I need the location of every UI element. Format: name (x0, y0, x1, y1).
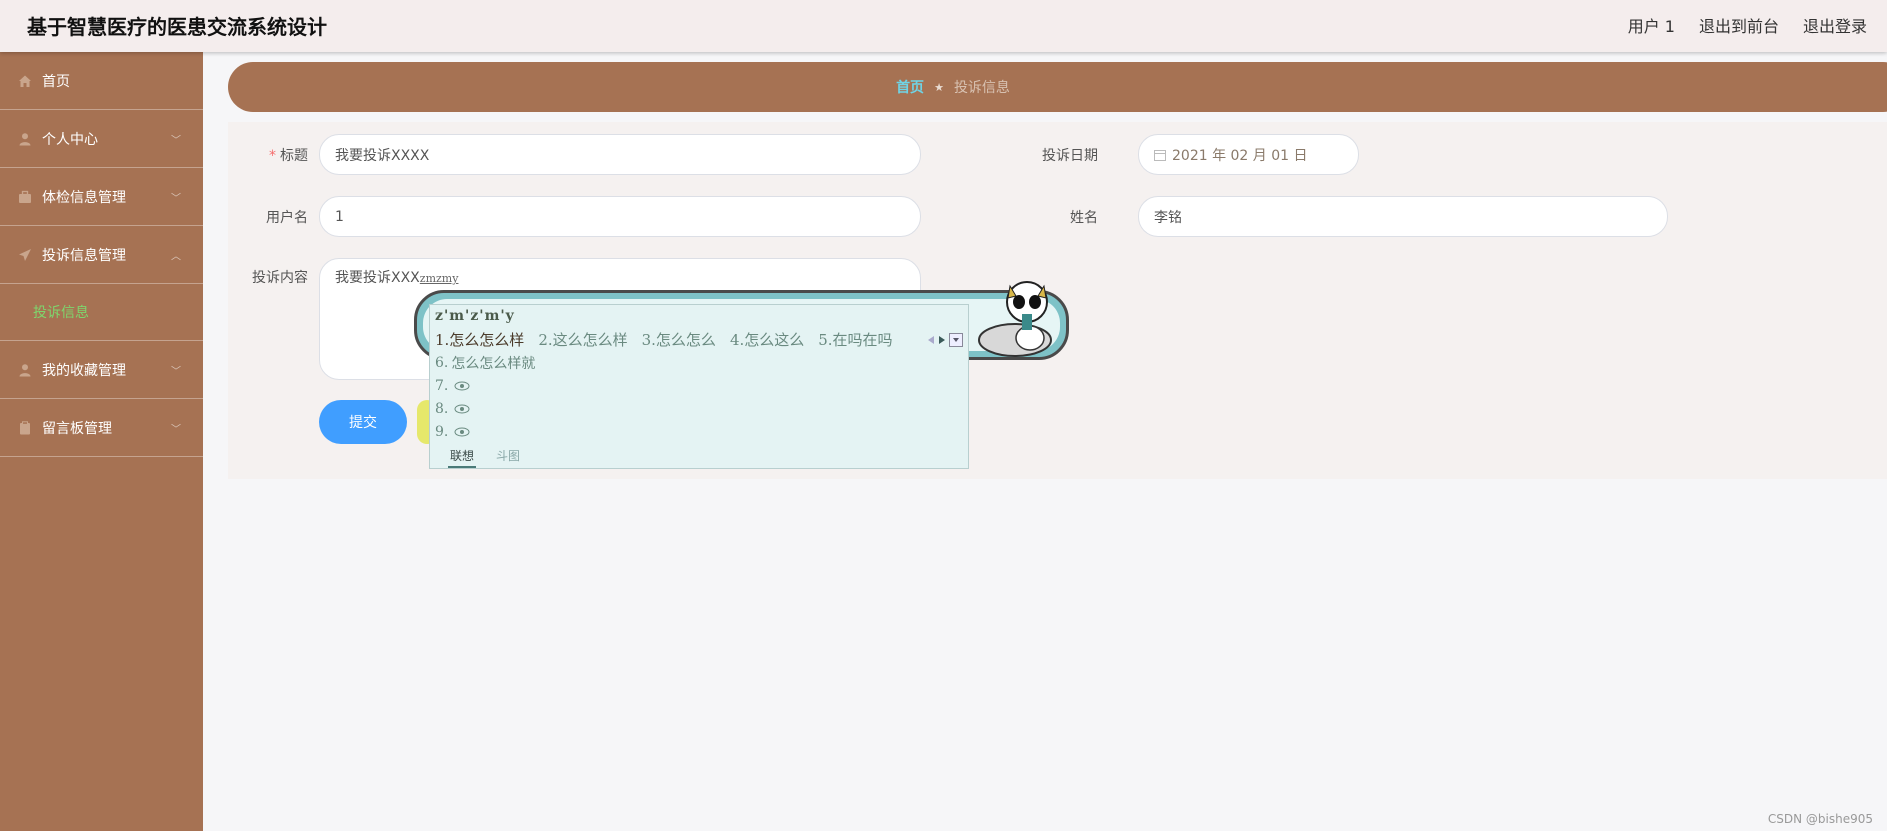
chevron-down-icon: ﹀ (171, 366, 181, 377)
ime-tab-association[interactable]: 联想 (448, 446, 477, 468)
ime-composition-text: zmzmy (419, 272, 459, 285)
username-input[interactable]: 1 (319, 196, 921, 237)
briefcase-icon (18, 190, 32, 204)
emoji-icon (454, 381, 470, 390)
content-label: 投诉内容 (252, 270, 308, 286)
chevron-down-icon: ﹀ (171, 193, 181, 204)
title-label: * 标题 (269, 148, 308, 164)
sidebar-item-message-board[interactable]: 留言板管理 ﹀ (0, 399, 203, 457)
sidebar-item-label: 留言板管理 (42, 420, 112, 437)
submit-button[interactable]: 提交 (319, 400, 407, 444)
sidebar-item-label: 我的收藏管理 (42, 362, 126, 379)
sidebar-item-personal-center[interactable]: 个人中心 ﹀ (0, 110, 203, 168)
sidebar-subitem-complaint-info[interactable]: 投诉信息 (0, 284, 203, 341)
emoji-icon (454, 404, 470, 413)
top-header: 基于智慧医疗的医患交流系统设计 用户 1 退出到前台 退出登录 (0, 0, 1887, 52)
ime-candidate[interactable]: 1.怎么怎么样 (435, 329, 524, 350)
sidebar-item-label: 投诉信息管理 (42, 247, 126, 264)
sidebar: 首页 个人中心 ﹀ 体检信息管理 ﹀ 投诉信息管理 ︿ 投诉信息 我的收藏管理 … (0, 52, 203, 831)
send-icon (18, 248, 32, 262)
star-icon: ★ (934, 80, 944, 94)
ime-candidate[interactable]: 5.在吗在吗 (818, 329, 892, 350)
ime-page-controls (927, 333, 963, 347)
sidebar-item-label: 体检信息管理 (42, 189, 126, 206)
sidebar-subitem-label: 投诉信息 (33, 305, 89, 321)
ime-candidate[interactable]: 6. 怎么怎么样就 (435, 351, 535, 374)
ime-candidate[interactable]: 7. (435, 374, 535, 397)
emoji-icon (454, 427, 470, 436)
chevron-down-icon: ﹀ (171, 424, 181, 435)
arrow-right-icon[interactable] (938, 335, 946, 345)
sidebar-item-favorites-management[interactable]: 我的收藏管理 ﹀ (0, 341, 203, 399)
calendar-icon (1154, 149, 1166, 161)
breadcrumb: 首页 ★ 投诉信息 (228, 62, 1887, 112)
complaint-date-picker[interactable]: 2021 年 02 月 01 日 (1138, 134, 1359, 175)
expand-icon[interactable] (949, 333, 963, 347)
ime-expanded-list: 6. 怎么怎么样就 7. 8. 9. (435, 351, 535, 443)
sidebar-item-checkup-management[interactable]: 体检信息管理 ﹀ (0, 168, 203, 226)
chevron-up-icon: ︿ (171, 251, 181, 262)
sidebar-item-label: 首页 (42, 73, 70, 90)
clipboard-icon (18, 420, 32, 435)
chevron-down-icon: ﹀ (171, 135, 181, 146)
ime-candidate[interactable]: 2.这么怎么样 (538, 329, 627, 350)
required-mark: * (269, 148, 276, 164)
username-label: 用户名 (266, 210, 308, 226)
ime-pinyin: z'm'z'm'y (435, 308, 515, 324)
header-links: 用户 1 退出到前台 退出登录 (1628, 13, 1867, 37)
sidebar-item-complaint-management[interactable]: 投诉信息管理 ︿ (0, 226, 203, 284)
app-title: 基于智慧医疗的医患交流系统设计 (27, 15, 327, 39)
sidebar-item-home[interactable]: 首页 (0, 52, 203, 110)
watermark: CSDN @bishe905 (1767, 812, 1873, 826)
complaint-date-label: 投诉日期 (1042, 148, 1098, 164)
home-icon (18, 74, 32, 88)
ime-candidate[interactable]: 3.怎么怎么 (642, 329, 716, 350)
ime-tabs: 联想 斗图 (430, 446, 968, 468)
ime-candidate-window: z'm'z'm'y 1.怎么怎么样 2.这么怎么样 3.怎么怎么 4.怎么这么 … (429, 304, 969, 469)
sidebar-item-label: 个人中心 (42, 131, 98, 148)
logout-link[interactable]: 退出登录 (1803, 13, 1867, 37)
ime-mascot-icon (978, 281, 1052, 357)
back-to-frontend-link[interactable]: 退出到前台 (1699, 13, 1779, 37)
ime-tab-sticker[interactable]: 斗图 (494, 446, 522, 466)
ime-candidate[interactable]: 9. (435, 420, 535, 443)
ime-candidate[interactable]: 8. (435, 397, 535, 420)
breadcrumb-home[interactable]: 首页 (896, 77, 924, 97)
breadcrumb-current: 投诉信息 (953, 80, 1010, 96)
user-menu-link[interactable]: 用户 1 (1628, 13, 1675, 37)
ime-candidate-row: 1.怎么怎么样 2.这么怎么样 3.怎么怎么 4.怎么这么 5.在吗在吗 (435, 329, 893, 350)
user-icon (18, 363, 32, 377)
ime-candidate[interactable]: 4.怎么这么 (730, 329, 804, 350)
name-label: 姓名 (1070, 210, 1098, 226)
title-input[interactable]: 我要投诉XXXX (319, 134, 921, 175)
name-input[interactable]: 李铭 (1138, 196, 1668, 237)
arrow-left-icon[interactable] (927, 335, 935, 345)
user-icon (18, 132, 32, 146)
